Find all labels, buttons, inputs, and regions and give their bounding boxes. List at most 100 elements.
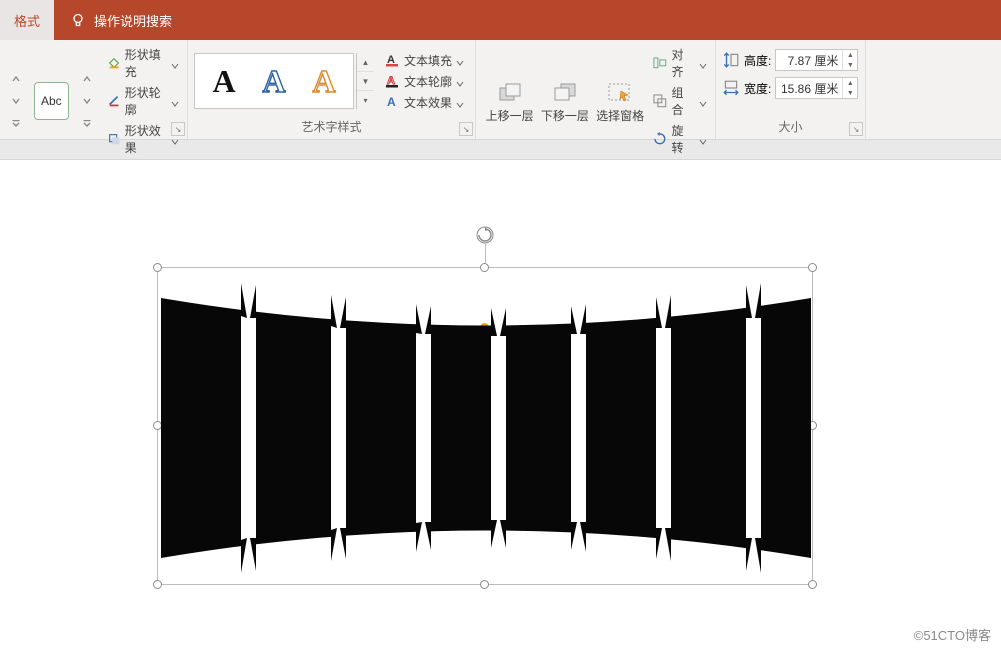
group-button[interactable]: 组合: [650, 82, 709, 120]
wordart-style-1[interactable]: A: [212, 63, 235, 100]
bring-forward-label: 上移一层: [486, 107, 534, 124]
group-icon: [652, 93, 668, 109]
text-fill-icon: A: [384, 52, 400, 68]
width-label: 宽度:: [744, 80, 771, 97]
send-backward-button[interactable]: 下移一层: [537, 79, 592, 124]
height-spinner[interactable]: ▲ ▼: [775, 49, 858, 71]
send-backward-icon: [551, 81, 579, 105]
watermark: ©51CTO博客: [914, 625, 991, 644]
height-label: 高度:: [744, 52, 771, 69]
tab-format-label: 格式: [14, 11, 40, 30]
gallery-up-button[interactable]: [6, 68, 26, 90]
chevron-down-icon: [699, 135, 707, 143]
height-spin-up[interactable]: ▲: [843, 50, 857, 60]
tell-me-search[interactable]: 操作说明搜索: [54, 0, 188, 40]
gallery-up-button-2[interactable]: [77, 68, 97, 90]
chevron-down-icon: [456, 77, 464, 85]
text-fill-label: 文本填充: [404, 52, 452, 69]
height-input[interactable]: [776, 53, 842, 67]
shape-styles-dialog-launcher[interactable]: ↘: [171, 122, 185, 136]
chevron-down-icon: [171, 97, 179, 105]
lightbulb-icon: [70, 12, 86, 28]
width-icon: [722, 79, 740, 97]
shape-fill-button[interactable]: 形状填充: [105, 44, 181, 82]
shape-effects-button[interactable]: 形状效果: [105, 120, 181, 158]
resize-handle-tl[interactable]: [153, 263, 162, 272]
width-spin-down[interactable]: ▼: [843, 88, 857, 98]
rotate-button[interactable]: 旋转: [650, 120, 709, 158]
align-label: 对齐: [671, 46, 695, 80]
arrange-stacked-buttons: 对齐 组合 旋转: [648, 44, 709, 158]
send-backward-label: 下移一层: [541, 107, 589, 124]
wordart-dialog-launcher[interactable]: ↘: [459, 122, 473, 136]
resize-handle-br[interactable]: [808, 580, 817, 589]
pen-outline-icon: [107, 93, 121, 109]
shape-style-gallery-scroll-2: [77, 68, 97, 134]
height-row: 高度: ▲ ▼: [722, 48, 858, 72]
rotate-handle[interactable]: [476, 226, 494, 244]
shape-outline-label: 形状轮廓: [125, 84, 167, 118]
width-input[interactable]: [776, 81, 842, 95]
slide-canvas[interactable]: [0, 160, 1001, 650]
text-outline-icon: A: [384, 73, 400, 89]
resize-handle-b[interactable]: [480, 580, 489, 589]
tell-me-label: 操作说明搜索: [94, 11, 172, 30]
wordart-style-2[interactable]: A: [262, 63, 285, 100]
wordart-gallery-down[interactable]: ▼: [357, 72, 374, 91]
group-arrange: 上移一层 下移一层 选择窗格 对齐 组合: [476, 40, 716, 139]
svg-text:A: A: [387, 95, 396, 109]
chevron-down-icon: [171, 59, 179, 67]
resize-handle-t[interactable]: [480, 263, 489, 272]
rotate-icon: [652, 131, 668, 147]
gallery-more-button-2[interactable]: [77, 112, 97, 134]
text-outline-label: 文本轮廓: [404, 73, 452, 90]
gallery-down-button[interactable]: [6, 90, 26, 112]
shape-outline-button[interactable]: 形状轮廓: [105, 82, 181, 120]
wordart-style-3[interactable]: A: [312, 63, 335, 100]
text-effects-icon: A: [384, 94, 400, 110]
rotate-label: 旋转: [671, 122, 695, 156]
group-action-label: 组合: [671, 84, 695, 118]
wordart-gallery-up[interactable]: ▲: [357, 53, 374, 72]
ribbon-tab-bar: 格式 操作说明搜索: [0, 0, 1001, 40]
chevron-down-icon: [699, 59, 707, 67]
rotate-connector: [485, 244, 486, 263]
height-spin-down[interactable]: ▼: [843, 60, 857, 70]
shape-fill-label: 形状填充: [125, 46, 167, 80]
width-spinner[interactable]: ▲ ▼: [775, 77, 858, 99]
selection-pane-button[interactable]: 选择窗格: [593, 79, 648, 124]
resize-handle-tr[interactable]: [808, 263, 817, 272]
chevron-down-icon: [171, 135, 179, 143]
width-spin-up[interactable]: ▲: [843, 78, 857, 88]
text-effects-label: 文本效果: [404, 94, 452, 111]
wordart-group-label: 艺术字样式: [194, 118, 469, 137]
shape-style-preview-label: Abc: [41, 94, 62, 108]
text-fill-button[interactable]: A 文本填充: [382, 50, 466, 71]
selected-shape[interactable]: [161, 278, 811, 578]
chevron-down-icon: [699, 97, 707, 105]
wordart-gallery-scroll: ▲ ▼ ▾: [356, 53, 374, 109]
gallery-more-button[interactable]: [6, 112, 26, 134]
resize-handle-bl[interactable]: [153, 580, 162, 589]
selection-pane-icon: [606, 81, 634, 105]
bucket-icon: [107, 55, 121, 71]
chevron-down-icon: [456, 98, 464, 106]
tab-format[interactable]: 格式: [0, 0, 54, 40]
group-size: 高度: ▲ ▼ 宽度: ▲ ▼: [716, 40, 866, 139]
wordart-gallery-more[interactable]: ▾: [357, 91, 374, 109]
text-effects-button[interactable]: A 文本效果: [382, 92, 466, 113]
shape-format-buttons: 形状填充 形状轮廓 形状效果: [101, 44, 181, 158]
shape-selection-box[interactable]: [157, 267, 813, 585]
gallery-down-button-2[interactable]: [77, 90, 97, 112]
align-button[interactable]: 对齐: [650, 44, 709, 82]
wordart-gallery: A A A: [194, 53, 354, 109]
bring-forward-icon: [496, 81, 524, 105]
bring-forward-button[interactable]: 上移一层: [482, 79, 537, 124]
height-icon: [722, 51, 740, 69]
align-icon: [652, 55, 668, 71]
group-shape-styles: Abc 形状填充 形状轮廓 形: [0, 40, 188, 139]
shape-style-preview[interactable]: Abc: [34, 82, 69, 120]
text-outline-button[interactable]: A 文本轮廓: [382, 71, 466, 92]
size-dialog-launcher[interactable]: ↘: [849, 122, 863, 136]
selection-pane-label: 选择窗格: [596, 107, 644, 124]
